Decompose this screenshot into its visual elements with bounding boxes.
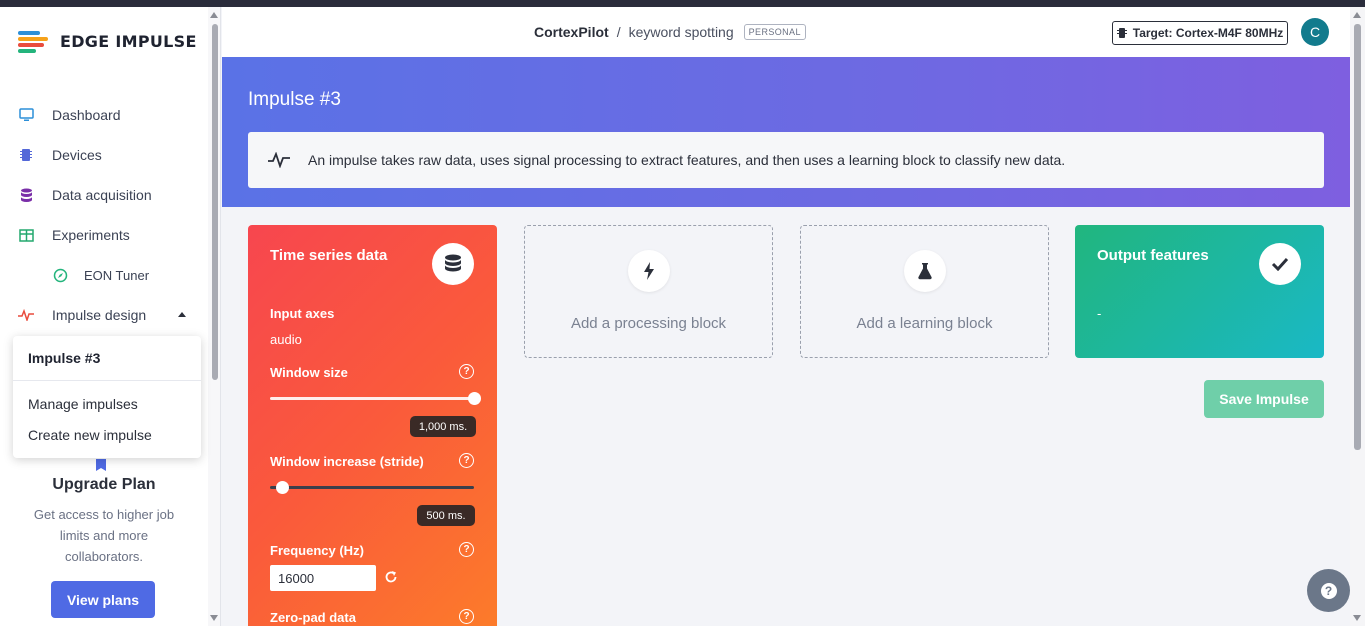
output-features-title: Output features	[1097, 247, 1209, 264]
sidebar-item-dashboard[interactable]: Dashboard	[18, 107, 121, 123]
sidebar-scroll-down-icon[interactable]	[210, 615, 218, 621]
impulse-info-box: An impulse takes raw data, uses signal p…	[248, 132, 1324, 188]
breadcrumb: CortexPilot / keyword spotting PERSONAL	[534, 24, 806, 40]
logo[interactable]: EDGE IMPULSE	[18, 29, 197, 53]
chip-icon	[18, 147, 34, 163]
bolt-icon	[628, 250, 670, 292]
output-features-block: Output features -	[1075, 225, 1324, 358]
sidebar-item-impulse-design[interactable]: Impulse design	[18, 307, 146, 323]
window-increase-value: 500 ms.	[417, 505, 475, 526]
window-top-strip	[0, 0, 1365, 7]
monitor-icon	[18, 107, 34, 123]
sidebar-scroll-up-icon[interactable]	[210, 12, 218, 18]
breadcrumb-separator: /	[616, 24, 621, 40]
main-scroll-down-icon[interactable]	[1353, 615, 1361, 621]
impulse-banner: Impulse #3 An impulse takes raw data, us…	[222, 57, 1350, 207]
time-series-title: Time series data	[270, 247, 388, 264]
chip-icon	[1116, 28, 1127, 38]
logo-text: EDGE IMPULSE	[60, 31, 197, 51]
sidebar-item-label: Data acquisition	[52, 187, 152, 203]
frequency-label: Frequency (Hz)	[270, 543, 364, 558]
database-icon	[18, 187, 34, 203]
flask-icon	[904, 250, 946, 292]
pulse-icon	[268, 152, 290, 168]
main-scroll-up-icon[interactable]	[1353, 12, 1361, 18]
sidebar-item-devices[interactable]: Devices	[18, 147, 102, 163]
target-device-label: Target: Cortex-M4F 80MHz	[1132, 26, 1284, 40]
add-processing-block-label: Add a processing block	[570, 315, 727, 332]
breadcrumb-project-owner[interactable]: CortexPilot	[534, 24, 609, 40]
top-header: CortexPilot / keyword spotting PERSONAL …	[222, 7, 1350, 57]
sidebar-item-label: Experiments	[52, 227, 130, 243]
check-icon	[1259, 243, 1301, 285]
window-increase-help-icon[interactable]: ?	[459, 453, 474, 468]
upgrade-plan-text: Get access to higher job limits and more…	[33, 507, 175, 564]
compass-icon	[52, 267, 68, 283]
create-new-impulse-item[interactable]: Create new impulse	[28, 427, 152, 443]
sidebar: EDGE IMPULSE Dashboard Devices Data acqu…	[0, 7, 208, 626]
add-processing-block[interactable]: Add a processing block	[524, 225, 773, 358]
manage-impulses-item[interactable]: Manage impulses	[28, 396, 138, 412]
edge-impulse-logo-icon	[18, 29, 50, 53]
window-increase-slider[interactable]	[270, 481, 474, 494]
frequency-input[interactable]	[270, 565, 376, 591]
view-plans-button[interactable]: View plans	[51, 581, 155, 618]
main-scrollbar-thumb[interactable]	[1354, 24, 1361, 450]
input-axes-label: Input axes	[270, 306, 335, 321]
sidebar-item-label: Dashboard	[52, 107, 121, 123]
frequency-help-icon[interactable]: ?	[459, 542, 474, 557]
sidebar-item-experiments[interactable]: Experiments	[18, 227, 130, 243]
save-impulse-button[interactable]: Save Impulse	[1204, 380, 1324, 418]
refresh-icon[interactable]	[384, 570, 398, 584]
window-increase-label: Window increase (stride)	[270, 454, 424, 469]
window-size-slider[interactable]	[270, 392, 481, 405]
upgrade-plan-title: Upgrade Plan	[52, 476, 156, 493]
input-axes-value: audio	[270, 332, 302, 347]
zero-pad-help-icon[interactable]: ?	[459, 609, 474, 624]
help-button[interactable]: ?	[1307, 569, 1350, 612]
user-avatar[interactable]: C	[1301, 18, 1329, 46]
window-increase-slider-thumb[interactable]	[275, 481, 289, 494]
window-size-value: 1,000 ms.	[410, 416, 476, 437]
target-device-button[interactable]: Target: Cortex-M4F 80MHz	[1112, 21, 1288, 45]
window-size-help-icon[interactable]: ?	[459, 364, 474, 379]
window-size-label: Window size	[270, 365, 348, 380]
page-title: Impulse #3	[248, 89, 341, 110]
database-icon	[432, 243, 474, 285]
personal-badge: PERSONAL	[743, 24, 806, 40]
sidebar-item-data-acquisition[interactable]: Data acquisition	[18, 187, 152, 203]
sidebar-scrollbar-thumb[interactable]	[212, 24, 218, 380]
chevron-up-icon[interactable]	[178, 312, 186, 317]
impulse-menu-popup: Impulse #3 Manage impulses Create new im…	[13, 336, 201, 458]
time-series-block: Time series data Input axes audio Window…	[248, 225, 497, 626]
sidebar-item-label: Devices	[52, 147, 102, 163]
sidebar-item-label: Impulse design	[52, 307, 147, 323]
table-icon	[18, 227, 34, 243]
pulse-icon	[18, 307, 34, 323]
sidebar-item-label: EON Tuner	[84, 267, 150, 283]
output-features-value: -	[1097, 306, 1102, 321]
window-size-slider-thumb[interactable]	[467, 392, 481, 405]
zero-pad-label: Zero-pad data	[270, 610, 356, 625]
sidebar-item-eon-tuner[interactable]: EON Tuner	[52, 267, 149, 283]
impulse-info-text: An impulse takes raw data, uses signal p…	[308, 152, 1066, 168]
bookmark-star-icon	[96, 459, 106, 471]
add-learning-block[interactable]: Add a learning block	[800, 225, 1049, 358]
question-icon: ?	[1320, 582, 1337, 599]
impulse-menu-divider	[13, 380, 201, 381]
impulse-menu-current[interactable]: Impulse #3	[28, 350, 100, 366]
breadcrumb-project-name[interactable]: keyword spotting	[629, 24, 734, 40]
add-learning-block-label: Add a learning block	[856, 315, 993, 332]
